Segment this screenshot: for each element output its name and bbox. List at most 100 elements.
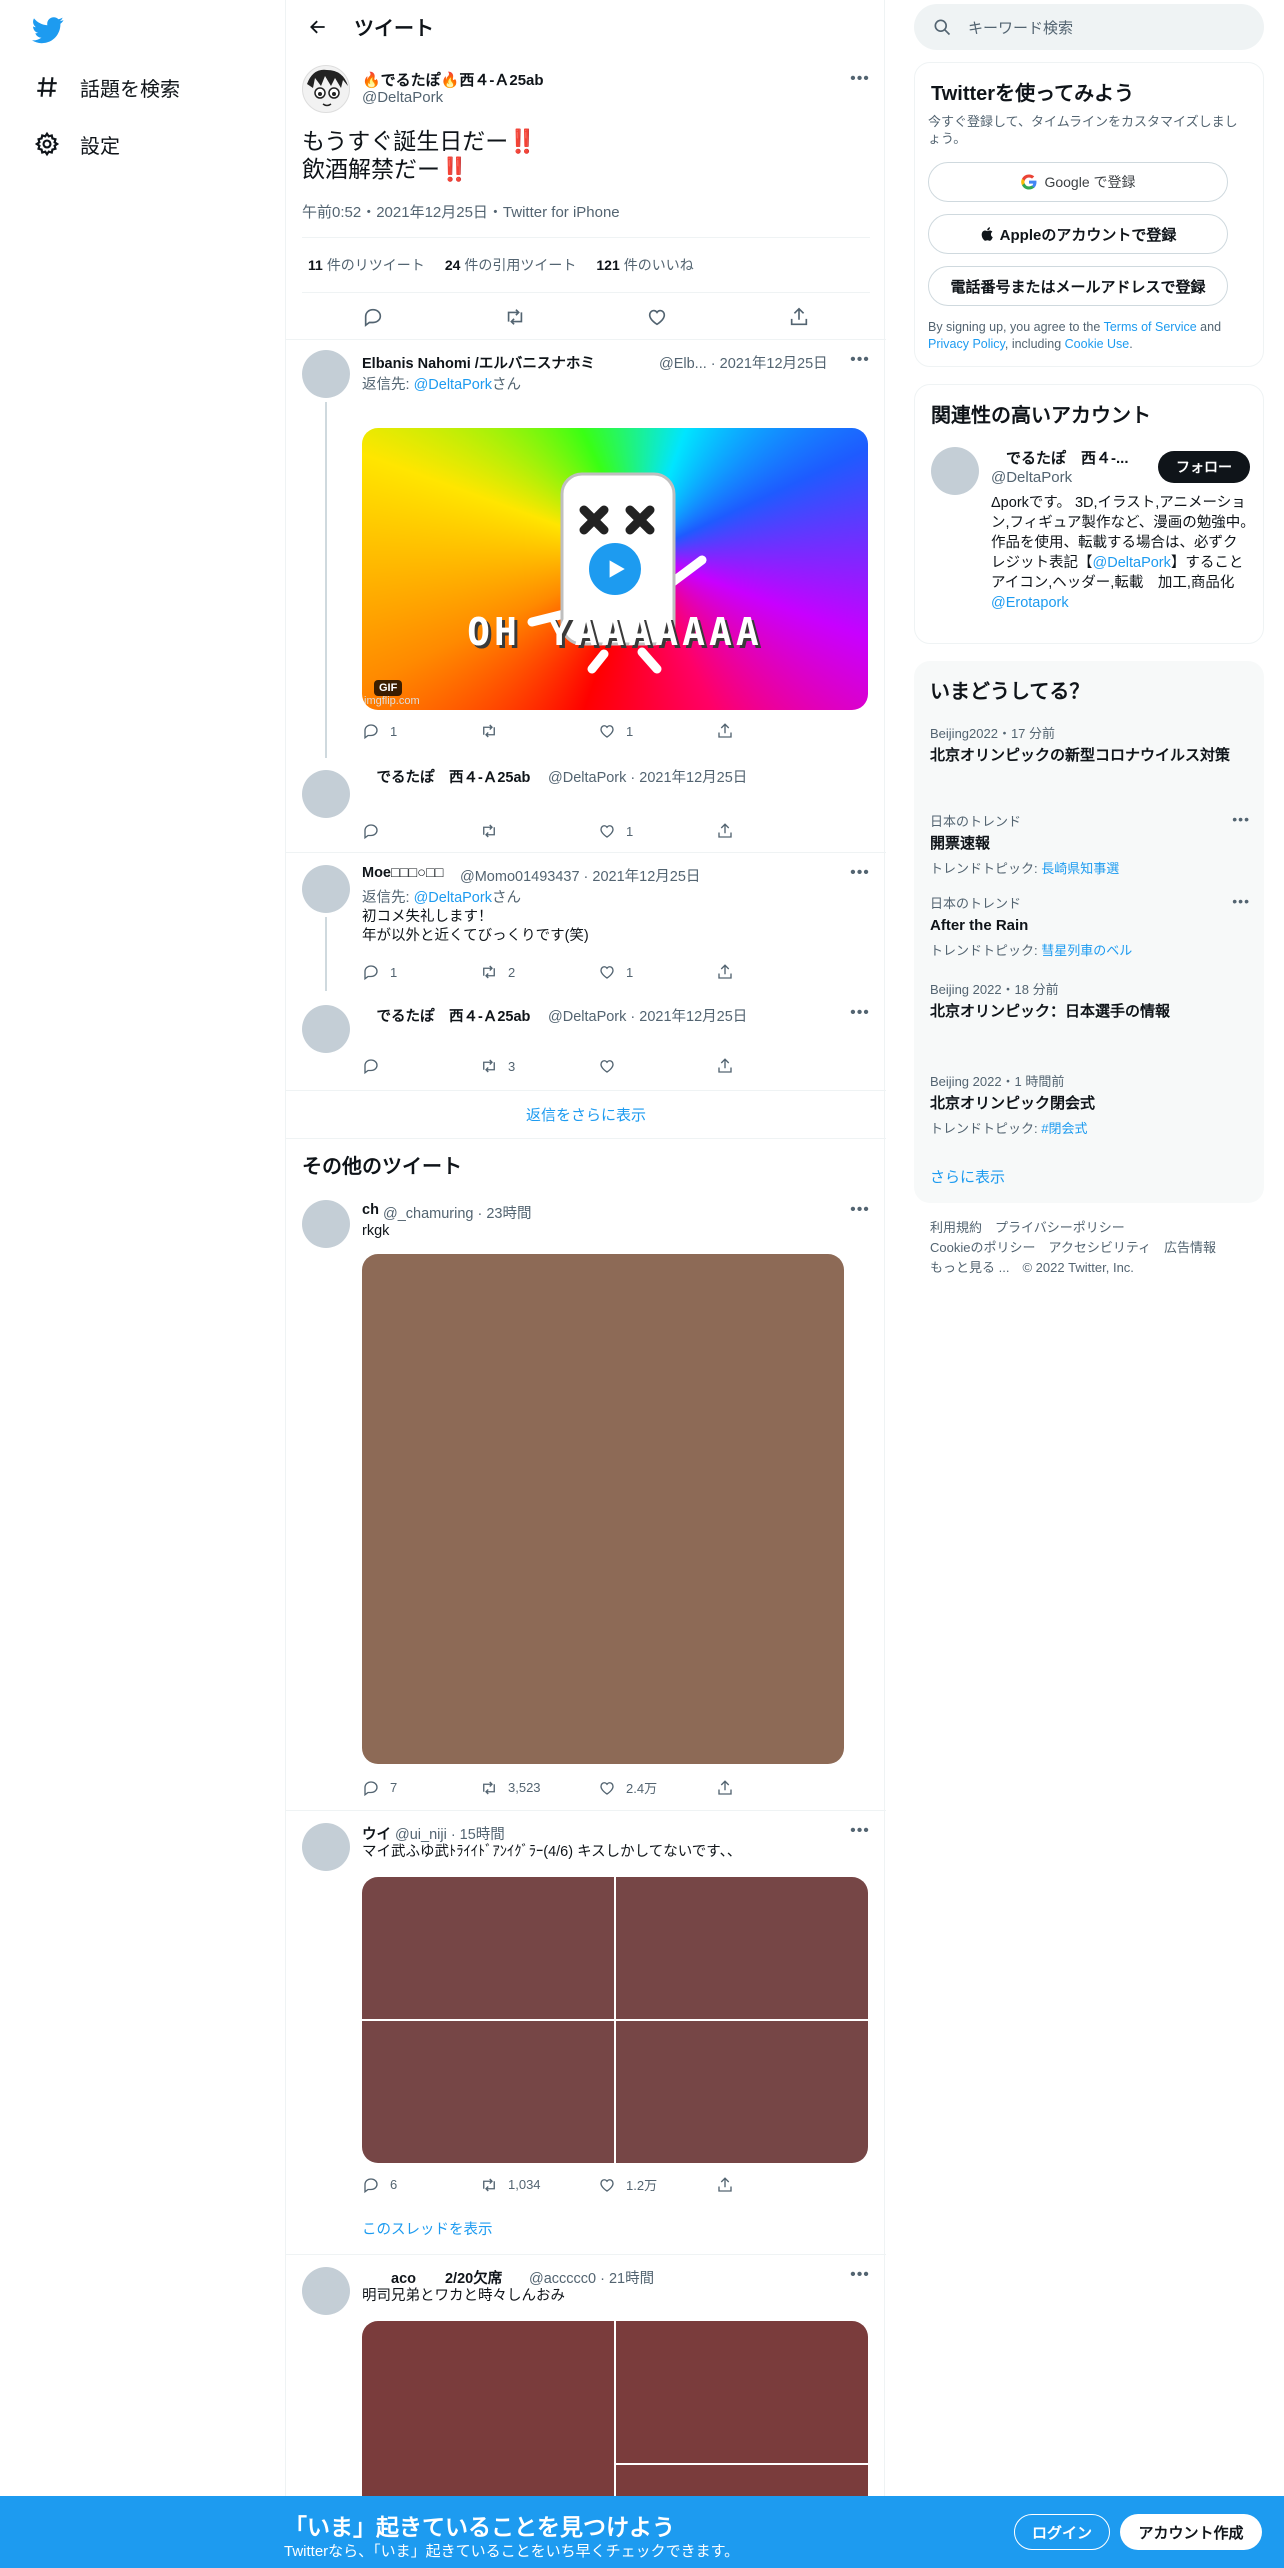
author-name[interactable]: ch <box>362 1202 379 1218</box>
signup-button[interactable]: アカウント作成 <box>1120 2514 1262 2550</box>
author-handle[interactable]: @DeltaPork <box>362 89 443 106</box>
trend-item[interactable]: 日本のトレンド After the Rain トレンドトピック: 彗星列車のベル… <box>930 893 1250 959</box>
avatar[interactable] <box>931 447 979 495</box>
grid-image[interactable] <box>616 1877 868 2019</box>
trend-topic-link[interactable]: #閉会式 <box>1041 1121 1087 1136</box>
avatar[interactable] <box>302 1823 350 1871</box>
author-name[interactable]: Moe□□□○□□ <box>362 865 444 881</box>
author-meta[interactable]: @accccc0 · 21時間 <box>529 2267 654 2288</box>
trends-show-more-link[interactable]: さらに表示 <box>930 1166 1005 1187</box>
privacy-link[interactable]: Privacy Policy <box>928 337 1005 351</box>
author-name[interactable]: ウイ <box>362 1823 391 1844</box>
author-meta[interactable]: @Momo01493437 · 2021年12月25日 <box>460 865 700 886</box>
author-name[interactable]: でるたぽ 西４-Ａ25ab <box>362 766 530 787</box>
author-name[interactable]: aco 2/20欠席 <box>362 2267 502 2288</box>
share-action[interactable] <box>716 722 834 740</box>
share-action[interactable] <box>716 2176 834 2194</box>
reply-tweet[interactable]: Elbanis Nahomi /エルバニスナホミ @Elb... · 2021年… <box>286 340 886 760</box>
avatar[interactable] <box>302 1200 350 1248</box>
reply-action[interactable]: 7 <box>362 1779 480 1797</box>
nav-settings[interactable]: 設定 <box>34 124 120 164</box>
other-tweet[interactable]: ch @_chamuring · 23時間 ••• rkgk 7 3,523 2… <box>286 1190 886 1810</box>
reply-tweet[interactable]: でるたぽ 西４-Ａ25ab @DeltaPork · 2021年12月25日 •… <box>286 993 886 1090</box>
share-action[interactable] <box>716 822 834 840</box>
retweet-action[interactable]: 1,034 <box>480 2176 598 2194</box>
share-icon[interactable] <box>788 306 810 328</box>
reply-icon[interactable] <box>362 306 384 328</box>
like-action[interactable]: 1 <box>598 722 716 740</box>
quotes-stat[interactable]: 24 件の引用ツイート <box>445 255 577 275</box>
retweet-action[interactable] <box>480 822 598 840</box>
share-action[interactable] <box>716 963 834 981</box>
retweet-action[interactable]: 3 <box>480 1057 598 1075</box>
author-meta[interactable]: @Elb... · 2021年12月25日 <box>659 352 828 373</box>
cookie-link[interactable]: Cookie Use <box>1065 337 1130 351</box>
author-name[interactable]: Elbanis Nahomi /エルバニスナホミ <box>362 352 595 373</box>
nav-explore[interactable]: 話題を検索 <box>34 67 180 107</box>
like-action[interactable]: 1 <box>598 822 716 840</box>
grid-image[interactable] <box>362 2021 614 2163</box>
show-more-replies-link[interactable]: 返信をさらに表示 <box>286 1104 886 1125</box>
more-icon[interactable]: ••• <box>850 863 870 883</box>
grid-image[interactable] <box>362 1877 614 2019</box>
author-meta[interactable]: @_chamuring · 23時間 <box>383 1202 532 1223</box>
login-button[interactable]: ログイン <box>1014 2514 1110 2550</box>
retweet-action[interactable]: 3,523 <box>480 1779 598 1797</box>
footer-line[interactable]: 利用規約 プライバシーポリシー <box>930 1218 1216 1238</box>
more-icon[interactable]: ••• <box>850 2265 870 2285</box>
footer-line[interactable]: もっと見る ... © 2022 Twitter, Inc. <box>930 1258 1216 1278</box>
reply-to-link[interactable]: @DeltaPork <box>414 890 492 906</box>
more-icon[interactable]: ••• <box>1232 893 1250 909</box>
play-button[interactable] <box>585 539 645 599</box>
related-account-name[interactable]: でるたぽ 西４-... <box>991 447 1129 468</box>
trend-topic-link[interactable]: 彗星列車のベル <box>1041 943 1132 958</box>
more-icon[interactable]: ••• <box>850 1200 870 1220</box>
avatar[interactable] <box>302 65 350 113</box>
more-icon[interactable]: ••• <box>1232 811 1250 827</box>
related-account-handle[interactable]: @DeltaPork <box>991 469 1072 486</box>
reply-action[interactable]: 1 <box>362 722 480 740</box>
reply-action[interactable] <box>362 1057 480 1075</box>
show-thread-link[interactable]: このスレッドを表示 <box>362 2221 493 2240</box>
retweets-stat[interactable]: 11 件のリツイート <box>308 255 425 275</box>
more-icon[interactable]: ••• <box>850 1821 870 1841</box>
grid-image[interactable] <box>616 2321 868 2463</box>
phone-signup-button[interactable]: 電話番号またはメールアドレスで登録 <box>928 266 1228 306</box>
bio-link[interactable]: @DeltaPork <box>1093 555 1171 571</box>
author-meta[interactable]: @ui_niji · 15時間 <box>395 1823 505 1844</box>
more-icon[interactable]: ••• <box>850 1003 870 1023</box>
reply-tweet[interactable]: でるたぽ 西４-Ａ25ab @DeltaPork · 2021年12月25日 1 <box>286 760 886 852</box>
retweet-action[interactable]: 2 <box>480 963 598 981</box>
reply-action[interactable]: 6 <box>362 2176 480 2194</box>
follow-button[interactable]: フォロー <box>1158 451 1250 483</box>
like-action[interactable]: 1 <box>598 963 716 981</box>
twitter-logo-icon[interactable] <box>32 14 64 46</box>
heart-icon[interactable] <box>646 306 668 328</box>
terms-link[interactable]: Terms of Service <box>1104 320 1197 334</box>
likes-stat[interactable]: 121 件のいいね <box>596 255 693 275</box>
avatar[interactable] <box>302 350 350 398</box>
retweet-icon[interactable] <box>504 306 526 328</box>
tweet-timestamp[interactable]: 午前0:52・2021年12月25日・Twitter for iPhone <box>302 201 620 222</box>
search-bar[interactable]: キーワード検索 <box>914 4 1264 50</box>
other-tweet[interactable]: ウイ @ui_niji · 15時間 ••• マイ武ふゆ武ﾄﾗｲｲﾄﾞｱﾝｲｸﾞ… <box>286 1811 886 2254</box>
trend-topic-link[interactable]: 長崎県知事選 <box>1041 861 1119 876</box>
more-icon[interactable]: ••• <box>850 350 870 370</box>
avatar[interactable] <box>302 2267 350 2315</box>
like-action[interactable]: 2.4万 <box>598 1778 716 1797</box>
reply-action[interactable]: 1 <box>362 963 480 981</box>
trend-item[interactable]: 日本のトレンド 開票速報 トレンドトピック: 長崎県知事選 ••• <box>930 811 1250 877</box>
author-meta[interactable]: @DeltaPork · 2021年12月25日 <box>548 766 747 787</box>
trend-item[interactable]: Beijing 2022・18 分前 北京オリンピック：日本選手の情報 <box>930 979 1170 1022</box>
author-meta[interactable]: @DeltaPork · 2021年12月25日 <box>548 1005 747 1026</box>
avatar[interactable] <box>302 770 350 818</box>
share-action[interactable] <box>716 1057 834 1075</box>
reply-tweet[interactable]: Moe□□□○□□ @Momo01493437 · 2021年12月25日 ••… <box>286 853 886 993</box>
avatar[interactable] <box>302 865 350 913</box>
bio-link[interactable]: @Erotapork <box>991 595 1069 611</box>
more-icon[interactable]: ••• <box>850 69 870 89</box>
avatar[interactable] <box>302 1005 350 1053</box>
trend-item[interactable]: Beijing2022・17 分前 北京オリンピックの新型コロナウイルス対策 <box>930 723 1250 766</box>
like-action[interactable]: 1.2万 <box>598 2175 716 2194</box>
apple-signup-button[interactable]: Appleのアカウントで登録 <box>928 214 1228 254</box>
